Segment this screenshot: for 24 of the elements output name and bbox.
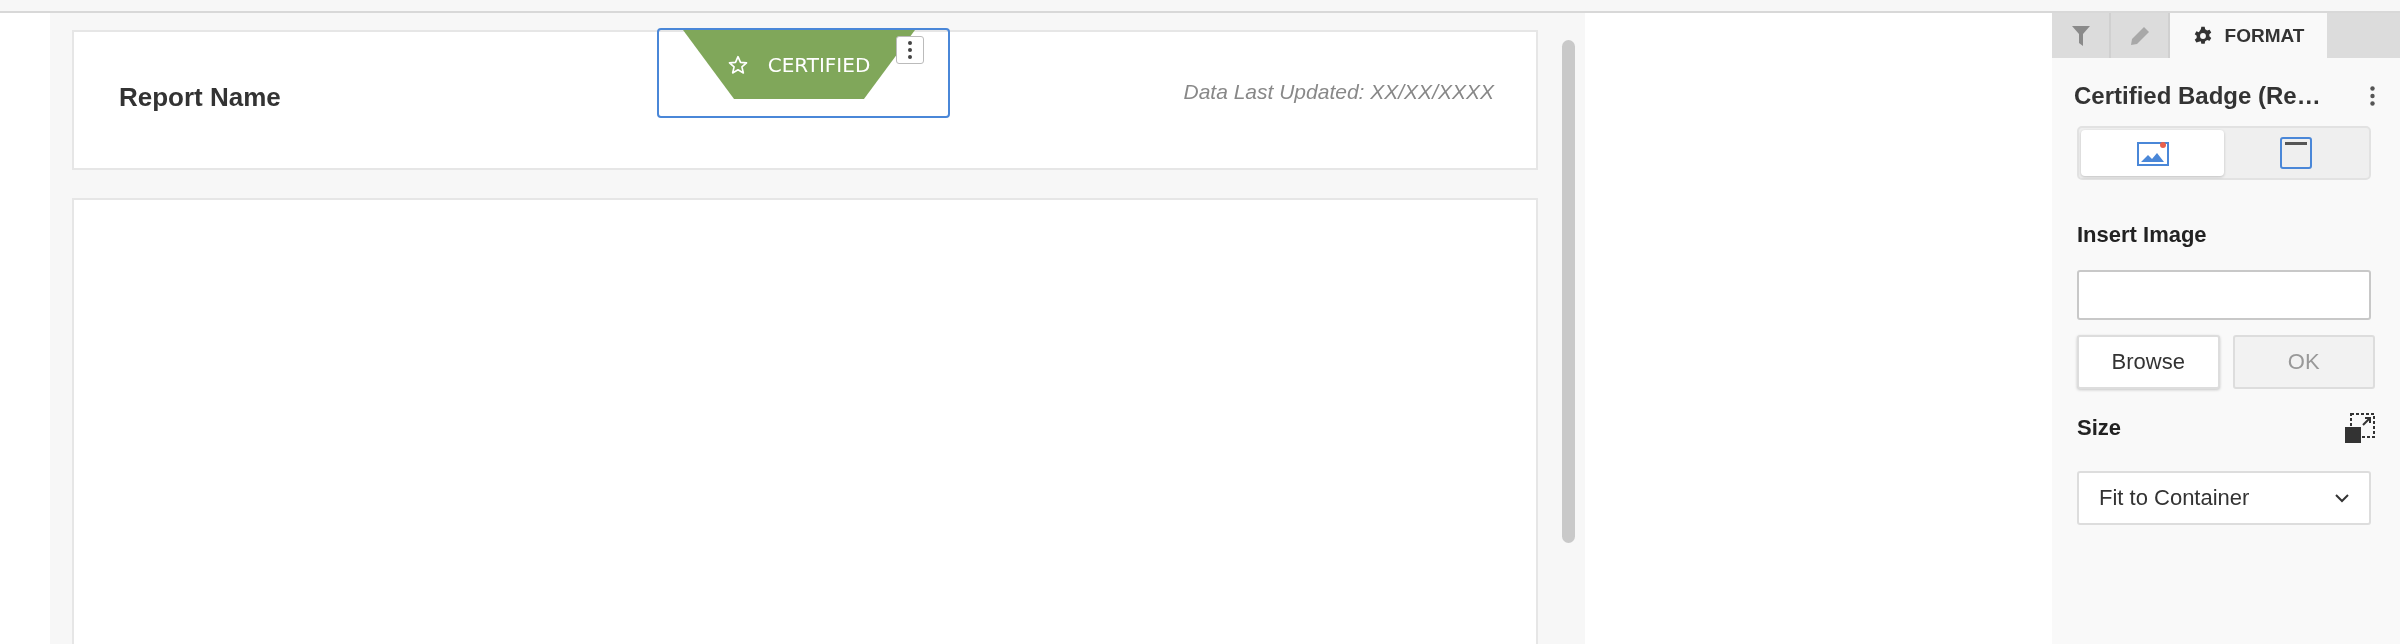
star-icon <box>727 54 748 75</box>
image-mode-button[interactable] <box>2081 130 2224 176</box>
image-icon <box>2136 139 2169 167</box>
more-options-button[interactable] <box>896 36 924 64</box>
size-label: Size <box>2077 415 2122 441</box>
format-tab[interactable]: FORMAT <box>2170 13 2327 58</box>
kebab-icon <box>908 41 912 59</box>
browse-button[interactable]: Browse <box>2077 335 2220 389</box>
more-options-button[interactable] <box>2370 86 2375 106</box>
settings-icon <box>2192 25 2213 46</box>
insert-image-label: Insert Image <box>2077 222 2208 248</box>
last-updated-text: Data Last Updated: XX/XX/XXXX <box>1183 80 1494 104</box>
filter-icon <box>2071 25 2090 46</box>
size-dropdown[interactable]: Fit to Container <box>2077 471 2371 525</box>
scrollbar-thumb[interactable] <box>1562 40 1575 543</box>
pencil-icon <box>2129 25 2150 46</box>
resize-icon[interactable] <box>2345 413 2375 443</box>
panel-title: Certified Badge (Re… <box>2074 82 2321 110</box>
chevron-down-icon <box>2335 493 2349 503</box>
certified-badge: CERTIFIED <box>683 30 915 99</box>
report-title: Report Name <box>119 81 281 113</box>
image-url-field[interactable] <box>2077 270 2371 320</box>
kebab-icon <box>2370 86 2375 106</box>
banner-icon <box>2279 137 2312 169</box>
